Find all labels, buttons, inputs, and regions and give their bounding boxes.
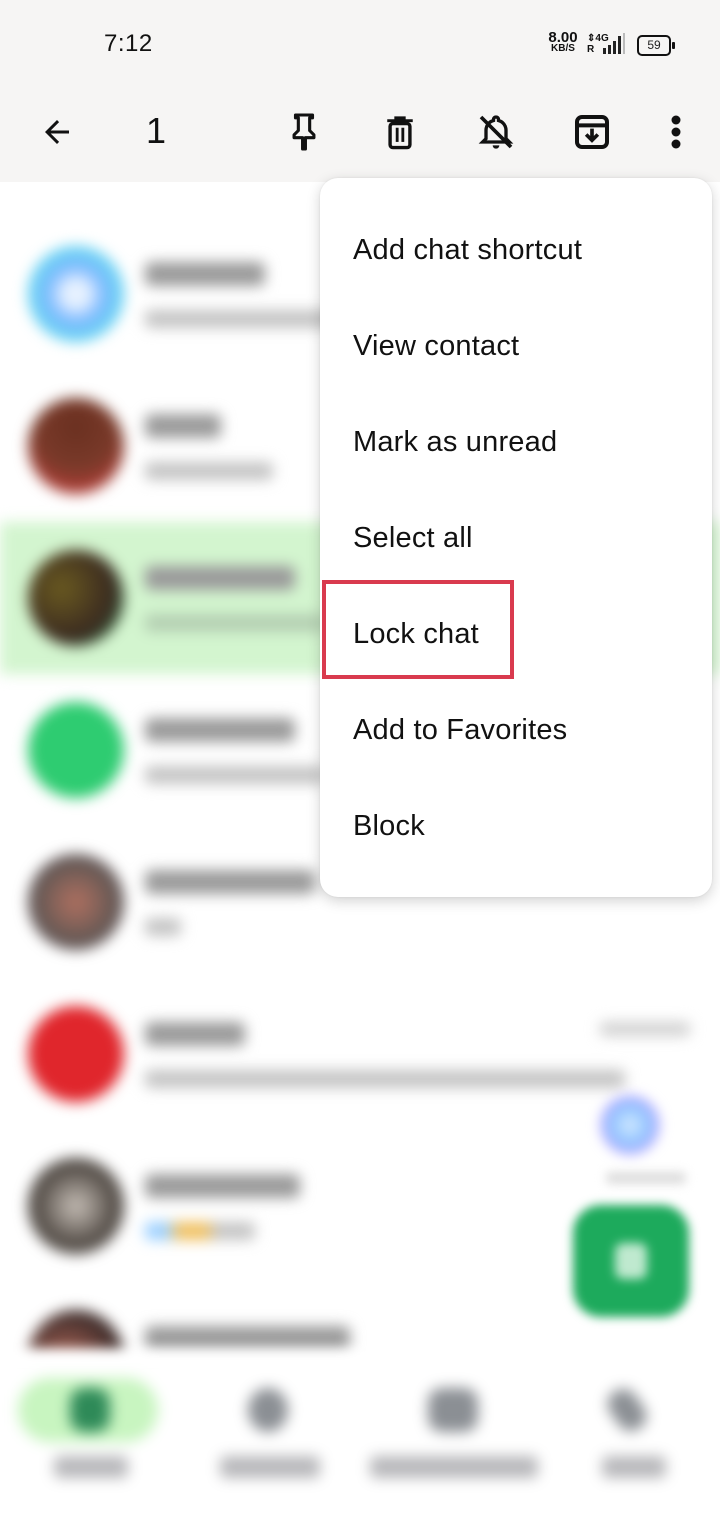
chat-preview <box>145 462 273 480</box>
menu-item-block[interactable]: Block <box>353 778 693 874</box>
network-speed-value: 8.00 <box>548 29 578 46</box>
chat-name <box>145 566 295 590</box>
overflow-menu: Add chat shortcut View contact Mark as u… <box>320 178 712 897</box>
nav-label <box>602 1456 666 1478</box>
network-speed: 8.00 KB/S <box>544 29 582 54</box>
avatar <box>28 702 124 798</box>
status-bar: 7:12 8.00 KB/S ⇕4G R 59 <box>0 0 720 90</box>
chat-time <box>600 1022 690 1036</box>
avatar <box>28 854 124 950</box>
meta-ai-button[interactable] <box>600 1095 660 1155</box>
bottom-navigation <box>0 1352 720 1518</box>
avatar <box>28 246 124 342</box>
back-arrow-icon[interactable] <box>33 108 81 156</box>
selected-count: 1 <box>146 110 167 151</box>
avatar <box>28 550 124 646</box>
nav-label <box>370 1456 538 1478</box>
menu-item-mark-as-unread[interactable]: Mark as unread <box>353 394 693 490</box>
meta-ai-label <box>606 1172 686 1184</box>
roaming-indicator: R <box>587 44 595 55</box>
chat-preview <box>145 1222 255 1240</box>
more-options-icon[interactable] <box>652 108 700 156</box>
menu-item-lock-chat[interactable]: Lock chat <box>353 586 693 682</box>
chat-preview <box>145 1070 625 1088</box>
menu-item-view-contact[interactable]: View contact <box>353 298 693 394</box>
avatar <box>28 1310 124 1352</box>
new-chat-button[interactable] <box>573 1205 689 1317</box>
menu-item-select-all[interactable]: Select all <box>353 490 693 586</box>
chat-name <box>145 870 315 894</box>
chat-preview <box>145 614 325 632</box>
nav-updates[interactable] <box>180 1352 360 1518</box>
chat-name <box>145 718 295 742</box>
menu-item-add-chat-shortcut[interactable]: Add chat shortcut <box>353 202 693 298</box>
chat-preview <box>145 766 325 784</box>
avatar <box>28 1006 124 1102</box>
nav-label <box>220 1456 320 1478</box>
avatar <box>28 1158 124 1254</box>
archive-icon[interactable] <box>568 108 616 156</box>
chats-icon <box>70 1388 110 1432</box>
status-time: 7:12 <box>104 30 153 57</box>
chat-name <box>145 414 221 438</box>
mute-icon[interactable] <box>472 108 520 156</box>
chat-preview <box>145 310 345 328</box>
avatar <box>28 398 124 494</box>
menu-item-add-to-favorites[interactable]: Add to Favorites <box>353 682 693 778</box>
nav-chats[interactable] <box>0 1352 180 1518</box>
calls-icon <box>602 1383 652 1437</box>
chat-name <box>145 262 265 286</box>
updates-icon <box>248 1388 288 1432</box>
chat-name <box>145 1174 300 1198</box>
nav-label <box>54 1456 128 1478</box>
battery-icon: 59 <box>637 35 675 56</box>
chat-preview <box>145 918 181 936</box>
chat-name <box>145 1326 350 1350</box>
pin-icon[interactable] <box>280 108 328 156</box>
selection-toolbar: 1 <box>0 90 720 182</box>
status-divider <box>623 33 625 54</box>
nav-communities[interactable] <box>360 1352 540 1518</box>
delete-icon[interactable] <box>376 108 424 156</box>
nav-calls[interactable] <box>540 1352 720 1518</box>
communities-icon <box>428 1388 478 1432</box>
signal-icon <box>599 34 621 54</box>
chat-name <box>145 1022 245 1046</box>
